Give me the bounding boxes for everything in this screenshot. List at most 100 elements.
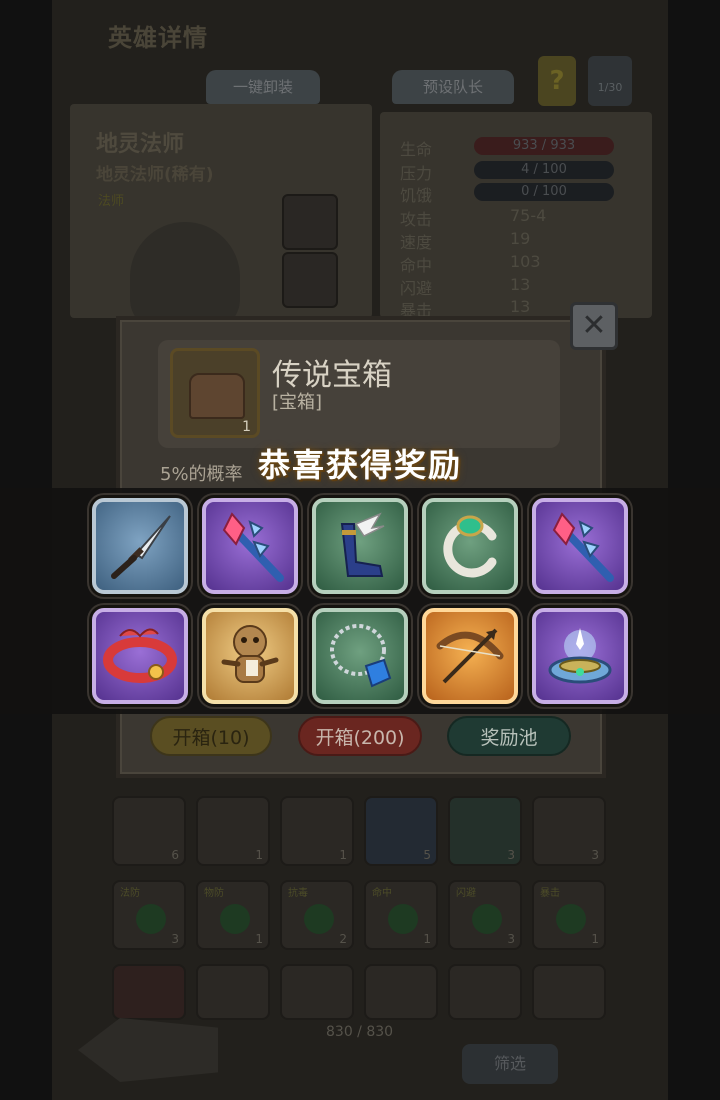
chest-type: [宝箱] (272, 392, 323, 413)
inventory-slot[interactable]: 物防 1 (196, 880, 270, 950)
reward-card-voodoo-doll[interactable] (202, 608, 298, 704)
stat-stress-bar: 4 / 100 (474, 161, 614, 179)
stat-value: 75-4 (510, 206, 547, 225)
inventory-slot[interactable] (280, 964, 354, 1020)
stat-label: 攻击 (400, 210, 433, 229)
stat-value: 13 (510, 275, 531, 294)
jade-ring-icon (443, 515, 497, 578)
inventory-slot[interactable] (112, 964, 186, 1020)
item-count: 6 (171, 848, 179, 862)
inventory-slot[interactable]: 5 (364, 796, 438, 866)
hero-class: 法师 (98, 194, 125, 209)
stat-label: 命中 (400, 256, 433, 275)
item-count: 3 (171, 932, 179, 946)
winged-boots-icon (340, 512, 385, 577)
inventory-slot[interactable] (448, 964, 522, 1020)
item-tag: 闪避 (456, 888, 476, 899)
inventory-slot[interactable]: 法防 3 (112, 880, 186, 950)
reward-card-red-bracelet[interactable] (92, 608, 188, 704)
glowing-crown-icon (548, 628, 612, 684)
stat-value: 19 (510, 229, 531, 248)
item-count: 1 (255, 848, 263, 862)
chest-icon: 1 (170, 348, 260, 438)
inventory-capacity: 830 / 830 (326, 1024, 394, 1040)
equip-slot[interactable] (282, 252, 338, 308)
stat-hunger-bar: 0 / 100 (474, 183, 614, 201)
inventory-slot[interactable]: 抗毒 2 (280, 880, 354, 950)
inventory-slot[interactable] (364, 964, 438, 1020)
equip-slot[interactable] (282, 194, 338, 250)
red-bracelet-icon (103, 628, 177, 683)
hero-name: 地灵法师 (96, 132, 185, 157)
stat-hunger-label: 饥饿 (400, 186, 433, 205)
stat-hp-bar: 933 / 933 (474, 137, 614, 155)
reward-card-jade-ring[interactable] (422, 498, 518, 594)
item-tag: 抗毒 (288, 888, 308, 899)
inventory-slot[interactable]: 命中 1 (364, 880, 438, 950)
gem-icon (472, 904, 502, 934)
reward-card-crystal-staff[interactable] (532, 498, 628, 594)
help-button[interactable]: ? (538, 56, 576, 106)
item-tag: 物防 (204, 888, 224, 899)
sapphire-necklace-icon (330, 624, 392, 688)
dagger-icon (111, 515, 171, 579)
inventory-slot[interactable] (532, 964, 606, 1020)
unequip-all-button[interactable]: 一键卸装 (206, 70, 320, 104)
stat-speed: 速度 19 (400, 229, 530, 253)
reward-title: 恭喜获得奖励 (257, 446, 462, 484)
item-tag: 法防 (120, 888, 140, 899)
reward-pool-button[interactable]: 奖励池 (447, 716, 571, 756)
inventory-slot[interactable] (196, 964, 270, 1020)
inventory-slot[interactable]: 暴击 1 (532, 880, 606, 950)
reward-card-glowing-crown[interactable] (532, 608, 628, 704)
item-count: 2 (339, 932, 347, 946)
close-icon[interactable]: ✕ (570, 302, 618, 350)
inventory-slot[interactable]: 3 (532, 796, 606, 866)
gem-icon (556, 904, 586, 934)
stat-label: 速度 (400, 233, 433, 252)
stat-hp-label: 生命 (400, 140, 433, 159)
reward-card-crystal-staff[interactable] (202, 498, 298, 594)
item-tag: 暴击 (540, 888, 560, 899)
stat-hit: 命中 103 (400, 252, 541, 276)
reward-card-winged-boots[interactable] (312, 498, 408, 594)
stat-value: 13 (510, 297, 531, 316)
reward-card-sapphire-necklace[interactable] (312, 608, 408, 704)
stat-label: 闪避 (400, 279, 433, 298)
gem-icon (220, 904, 250, 934)
stat-dodge: 闪避 13 (400, 275, 530, 299)
inventory-slot[interactable]: 6 (112, 796, 186, 866)
chest-quantity: 1 (242, 419, 251, 435)
reward-card-dagger[interactable] (92, 498, 188, 594)
item-count: 1 (591, 932, 599, 946)
gem-icon (136, 904, 166, 934)
treasure-chest-icon (189, 373, 245, 419)
item-count: 1 (423, 932, 431, 946)
inventory-slot[interactable]: 1 (196, 796, 270, 866)
inventory-slot[interactable]: 闪避 3 (448, 880, 522, 950)
open-200-button[interactable]: 开箱(200) (298, 716, 422, 756)
reward-card-crossbow[interactable] (422, 608, 518, 704)
item-tag: 命中 (372, 888, 392, 899)
stat-stress-label: 压力 (400, 164, 433, 183)
inventory-slot[interactable]: 1 (280, 796, 354, 866)
gem-icon (388, 904, 418, 934)
voodoo-doll-icon (221, 625, 279, 683)
item-count: 3 (507, 932, 515, 946)
item-count: 3 (507, 848, 515, 862)
hero-count: 1/30 (588, 56, 632, 106)
stat-value: 103 (510, 252, 541, 271)
item-count: 3 (591, 848, 599, 862)
crystal-staff-icon (552, 512, 614, 582)
gem-icon (304, 904, 334, 934)
preset-team-button[interactable]: 预设队长 (392, 70, 514, 104)
item-count: 1 (339, 848, 347, 862)
item-count: 5 (423, 848, 431, 862)
inventory-slot[interactable]: 3 (448, 796, 522, 866)
item-count: 1 (255, 932, 263, 946)
open-10-button[interactable]: 开箱(10) (150, 716, 272, 756)
crossbow-icon (436, 628, 504, 684)
stat-attack: 攻击 75-4 (400, 206, 546, 230)
filter-button[interactable]: 筛选 (462, 1044, 558, 1084)
crystal-staff-icon (222, 512, 284, 582)
